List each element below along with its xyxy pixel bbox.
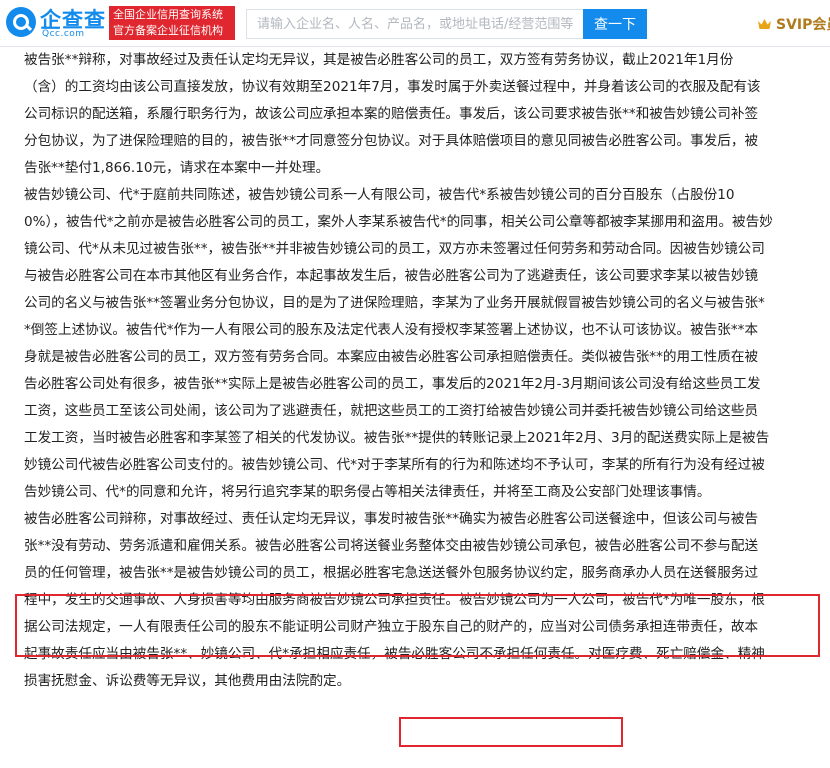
document-text-line: （含）的工资均由该公司直接发放，协议有效期至2021年7月，事发时属于外卖送餐过… (24, 79, 761, 95)
svip-label: SVIP会员 (776, 17, 830, 33)
svip-link[interactable]: SVIP会员 (757, 14, 830, 34)
document-text-line: 告张**垫付1,866.10元，请求在本案中一并处理。 (24, 160, 330, 176)
document-text-line: 损害抚慰金、诉讼费等无异议，其他费用由法院酌定。 (24, 673, 351, 689)
document-text-line: 分包协议，为了进保险理赔的目的，被告张**才同意签分包协议。对于具体赔偿项目的意… (24, 133, 759, 149)
search-input[interactable] (246, 9, 590, 39)
document-text-line: 告妙镜公司、代*的同意和允许，将另行追究李某的职务侵占等相关法律责任，并将至工商… (24, 484, 711, 500)
defendant-zhang-statement: 被告张**辩称，对事故经过及责任认定均无异议，其是被告必胜客公司的员工，双方签有… (24, 47, 814, 182)
document-text-line: 被告妙镜公司、代*于庭前共同陈述，被告妙镜公司系一人有限公司，被告代*系被告妙镜… (24, 187, 735, 203)
document-text-line: 妙镜公司代被告必胜客公司支付的。被告妙镜公司、代*对于李某所有的行为和陈述均不予… (24, 457, 765, 473)
document-text-line: 身就是被告必胜客公司的员工，双方签有劳务合同。本案应由被告必胜客公司承担赔偿责任… (24, 349, 759, 365)
document-text-line: 被告张**辩称，对事故经过及责任认定均无异议，其是被告必胜客公司的员工，双方签有… (24, 52, 734, 68)
document-text-line: 员的任何管理，被告张**是被告妙镜公司的员工，根据必胜客宅急送送餐外包服务协议约… (24, 565, 759, 581)
document-text-line: 镜公司、代*从未见过被告张**，被告张**并非被告妙镜公司的员工，双方亦未签署过… (24, 241, 765, 257)
document-text-line: 告必胜客公司处有很多，被告张**实际上是被告必胜客公司的员工，事发后的2021年… (24, 376, 761, 392)
crown-icon (758, 19, 771, 29)
document-text-line: 公司的名义与被告张**签署业务分包协议，目的是为了进保险理赔，李某为了业务开展就… (24, 295, 765, 311)
document-text-line: 张**没有劳动、劳务派遣和雇佣关系。被告必胜客公司将送餐业务整体交由被告妙镜公司… (24, 538, 759, 554)
document-text-line: 0%），被告代*之前亦是被告必胜客公司的员工，案外人李某系被告代*的同事，相关公… (24, 214, 773, 230)
slogan-line-1: 全国企业信用查询系统 (113, 8, 223, 21)
document-text-line: 被告必胜客公司辩称，对事故经过、责任认定均无异议，事发时被告张**确实为被告必胜… (24, 511, 759, 527)
defendant-miaojing-statement: 被告妙镜公司、代*于庭前共同陈述，被告妙镜公司系一人有限公司，被告代*系被告妙镜… (24, 182, 814, 506)
highlight-box-no-liability (399, 717, 623, 747)
slogan-line-2: 官方备案企业征信机构 (113, 24, 223, 37)
document-text-line: 公司标识的配送箱，系履行职务行为，故该公司应承担本案的赔偿责任。事发后，该公司要… (24, 106, 759, 122)
document-text-line: *倒签上述协议。被告代*作为一人有限公司的股东及法定代表人没有授权李某签署上述协… (24, 322, 759, 338)
top-header-bar: 企查查 Qcc.com 全国企业信用查询系统 官方备案企业征信机构 查一下 SV… (0, 0, 830, 47)
search-button[interactable]: 查一下 (583, 9, 647, 39)
qcc-logo-icon[interactable] (6, 7, 36, 37)
brand-domain: Qcc.com (42, 29, 85, 39)
judgment-document: 被告张**辩称，对事故经过及责任认定均无异议，其是被告必胜客公司的员工，双方签有… (0, 47, 830, 768)
document-text-line: 工资，这些员工至该公司处闹，该公司为了逃避责任，就把这些员工的工资打给被告妙镜公… (24, 403, 759, 419)
slogan-badge: 全国企业信用查询系统 官方备案企业征信机构 (109, 6, 235, 40)
highlight-box-no-labor-relation (15, 594, 820, 657)
document-text-line: 与被告必胜客公司在本市其他区有业务合作，本起事故发生后，被告必胜客公司为了逃避责… (24, 268, 759, 284)
document-text-line: 工发工资，当时被告必胜客和李某签了相关的代发协议。被告张**提供的转账记录上20… (24, 430, 770, 446)
